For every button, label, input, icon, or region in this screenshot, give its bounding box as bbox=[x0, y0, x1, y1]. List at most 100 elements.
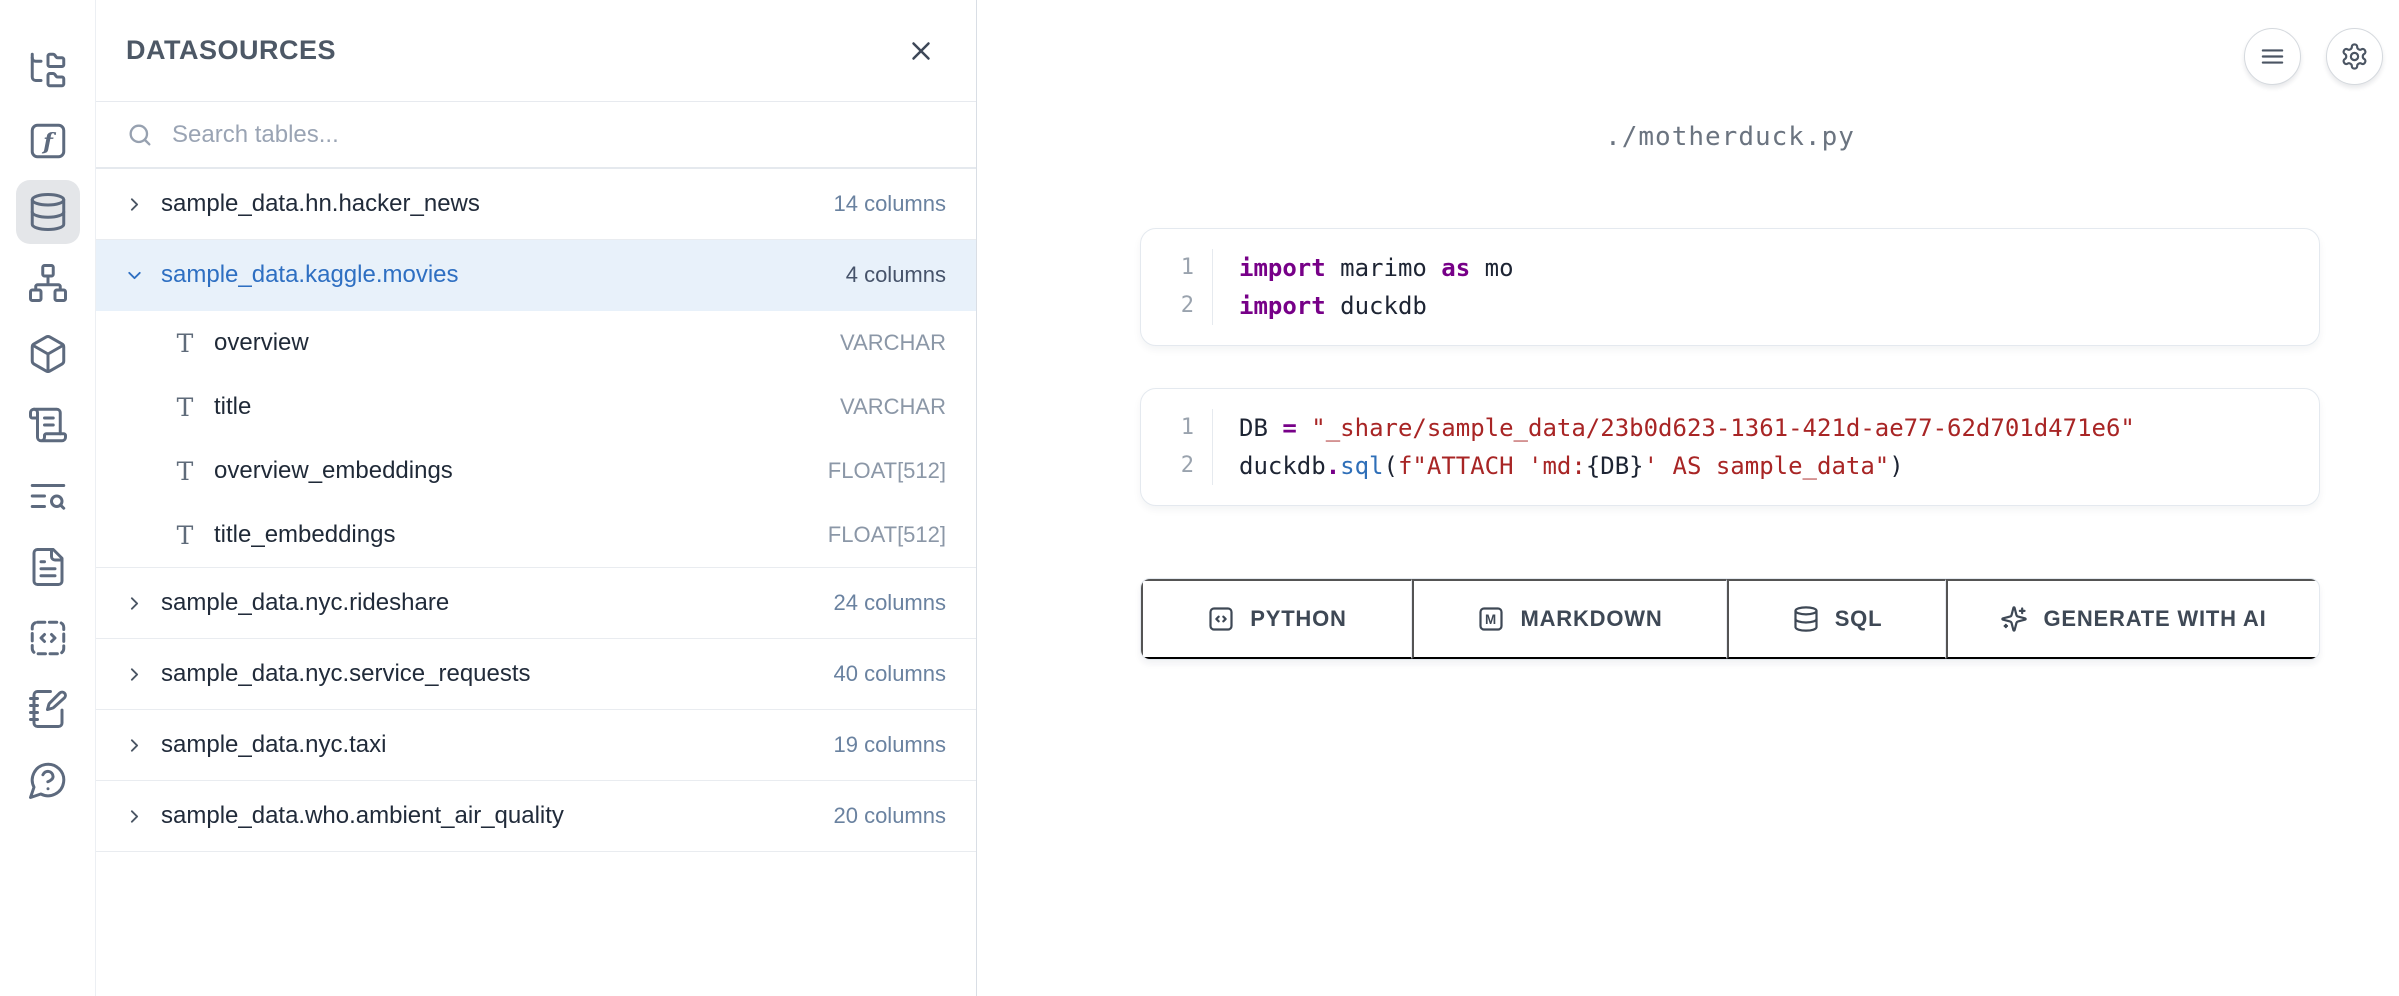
add-cell-button-label: GENERATE WITH AI bbox=[2043, 606, 2266, 632]
notebook-main: ./motherduck.py 12import marimo as moimp… bbox=[977, 0, 2399, 996]
chevron-right-icon bbox=[124, 194, 145, 215]
sidebar-item-help[interactable] bbox=[16, 748, 80, 812]
column-name: overview_embeddings bbox=[214, 457, 453, 485]
table-column-count: 19 columns bbox=[833, 732, 946, 758]
column-type: FLOAT[512] bbox=[828, 458, 946, 484]
sidebar-item-outline[interactable] bbox=[16, 393, 80, 457]
code-cell[interactable]: 12 DB = "_share/sample_data/23b0d623-1361… bbox=[1140, 388, 2320, 506]
settings-button[interactable] bbox=[2326, 28, 2383, 85]
table-name: sample_data.hn.hacker_news bbox=[161, 190, 480, 218]
add-cell-sql-button[interactable]: SQL bbox=[1727, 579, 1946, 659]
text-search-icon bbox=[27, 475, 69, 517]
table-list: sample_data.hn.hacker_news14 columnssamp… bbox=[96, 169, 976, 996]
table-name: sample_data.nyc.service_requests bbox=[161, 660, 531, 688]
column-type: VARCHAR bbox=[840, 330, 946, 356]
panel-title: DATASOURCES bbox=[126, 35, 336, 66]
add-cell-button-label: SQL bbox=[1835, 606, 1883, 632]
column-name: overview bbox=[214, 329, 309, 357]
sidebar-item-file-explorer[interactable] bbox=[16, 38, 80, 102]
notebook-filename: ./motherduck.py bbox=[1140, 0, 2320, 152]
table-row[interactable]: sample_data.nyc.rideshare 24 columns bbox=[96, 568, 976, 639]
sidebar-item-packages[interactable] bbox=[16, 322, 80, 386]
sparkles-icon bbox=[2000, 605, 2028, 633]
database-icon bbox=[1792, 605, 1820, 633]
search-tables-input[interactable] bbox=[172, 121, 946, 149]
table-row[interactable]: sample_data.hn.hacker_news 14 columns bbox=[96, 169, 976, 240]
table-column-count: 24 columns bbox=[833, 590, 946, 616]
type-text-icon: T bbox=[170, 329, 200, 358]
code-square-icon bbox=[1207, 605, 1235, 633]
function-square-icon: f bbox=[27, 120, 69, 162]
search-icon bbox=[126, 121, 154, 149]
search-row bbox=[96, 102, 976, 169]
table-row[interactable]: sample_data.nyc.taxi 19 columns bbox=[96, 710, 976, 781]
table-columns: Toverview VARCHAR Ttitle VARCHAR Toverview_e… bbox=[96, 311, 976, 568]
table-row[interactable]: sample_data.kaggle.movies 4 columns bbox=[96, 240, 976, 311]
scroll-text-icon bbox=[27, 404, 69, 446]
line-number: 1 bbox=[1181, 249, 1194, 287]
table-name: sample_data.nyc.rideshare bbox=[161, 589, 449, 617]
notebook-content: ./motherduck.py 12import marimo as moimp… bbox=[1140, 0, 2320, 660]
chevron-right-icon bbox=[124, 806, 145, 827]
sidebar-item-logs[interactable] bbox=[16, 464, 80, 528]
type-text-icon: T bbox=[170, 457, 200, 486]
sidebar-item-documentation[interactable] bbox=[16, 535, 80, 599]
datasources-panel: DATASOURCES sample_data.hn.hacker_news 14… bbox=[95, 0, 977, 996]
column-row[interactable]: Ttitle_embeddingsFLOAT[512] bbox=[96, 503, 976, 567]
code-cell[interactable]: 12import marimo as moimport duckdb bbox=[1140, 228, 2320, 346]
column-row[interactable]: Toverview VARCHAR bbox=[96, 311, 976, 375]
code-line: import marimo as mo bbox=[1239, 249, 1514, 287]
panel-header: DATASOURCES bbox=[96, 0, 976, 102]
add-cell-python-button[interactable]: PYTHON bbox=[1141, 579, 1412, 659]
column-name: title_embeddings bbox=[214, 521, 395, 549]
table-row[interactable]: sample_data.who.ambient_air_quality 20 co… bbox=[96, 781, 976, 852]
table-name: sample_data.who.ambient_air_quality bbox=[161, 802, 564, 830]
add-cell-bar: PYTHON MMARKDOWN SQL GENERATE WITH AI bbox=[1140, 578, 2320, 660]
network-icon bbox=[27, 262, 69, 304]
table-row[interactable]: sample_data.nyc.service_requests40 colum… bbox=[96, 639, 976, 710]
database-icon bbox=[27, 191, 69, 233]
svg-text:f: f bbox=[41, 129, 57, 155]
table-name: sample_data.nyc.taxi bbox=[161, 731, 386, 759]
table-column-count: 4 columns bbox=[846, 262, 946, 288]
column-type: FLOAT[512] bbox=[828, 522, 946, 548]
add-cell-markdown-button[interactable]: MMARKDOWN bbox=[1412, 579, 1727, 659]
chevron-right-icon bbox=[124, 735, 145, 756]
file-text-icon bbox=[27, 546, 69, 588]
column-type: VARCHAR bbox=[840, 394, 946, 420]
sidebar-item-dependency-graph[interactable] bbox=[16, 251, 80, 315]
code-line: import duckdb bbox=[1239, 287, 1514, 325]
sidebar-item-variables[interactable]: f bbox=[16, 109, 80, 173]
folder-tree-icon bbox=[27, 49, 69, 91]
sidebar-item-datasources[interactable] bbox=[16, 180, 80, 244]
code-editor[interactable]: DB = "_share/sample_data/23b0d623-1361-4… bbox=[1213, 409, 2135, 485]
chevron-right-icon bbox=[124, 593, 145, 614]
add-cell-generate-with-ai-button[interactable]: GENERATE WITH AI bbox=[1946, 579, 2319, 659]
chevron-down-icon bbox=[124, 265, 145, 286]
table-column-count: 14 columns bbox=[833, 191, 946, 217]
column-name: title bbox=[214, 393, 251, 421]
sidebar-item-scratchpad[interactable] bbox=[16, 677, 80, 741]
message-question-icon bbox=[27, 759, 69, 801]
add-cell-button-label: PYTHON bbox=[1250, 606, 1346, 632]
table-column-count: 20 columns bbox=[833, 803, 946, 829]
markdown-square-icon: M bbox=[1477, 605, 1505, 633]
line-number-gutter: 12 bbox=[1141, 409, 1213, 485]
code-square-dashed-icon bbox=[27, 617, 69, 659]
activity-bar: f bbox=[0, 0, 95, 996]
table-name: sample_data.kaggle.movies bbox=[161, 261, 459, 289]
sidebar-item-snippets[interactable] bbox=[16, 606, 80, 670]
line-number-gutter: 12 bbox=[1141, 249, 1213, 325]
type-text-icon: T bbox=[170, 393, 200, 422]
code-editor[interactable]: import marimo as moimport duckdb bbox=[1213, 249, 1514, 325]
line-number: 2 bbox=[1181, 287, 1194, 325]
notebook-pen-icon bbox=[27, 688, 69, 730]
close-panel-button[interactable] bbox=[906, 36, 936, 66]
column-row[interactable]: Toverview_embeddings FLOAT[512] bbox=[96, 439, 976, 503]
line-number: 1 bbox=[1181, 409, 1194, 447]
code-line: DB = "_share/sample_data/23b0d623-1361-4… bbox=[1239, 409, 2135, 447]
svg-text:M: M bbox=[1485, 612, 1497, 627]
close-icon bbox=[906, 36, 936, 66]
code-line: duckdb.sql(f"ATTACH 'md:{DB}' AS sample_… bbox=[1239, 447, 2135, 485]
column-row[interactable]: Ttitle VARCHAR bbox=[96, 375, 976, 439]
